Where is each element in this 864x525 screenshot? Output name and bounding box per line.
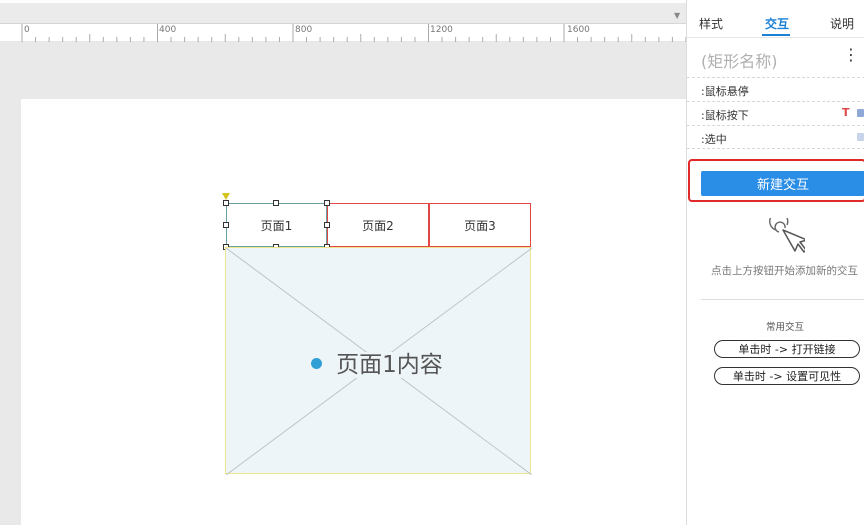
tab-page-1[interactable]: 页面1 [226, 203, 327, 247]
ruler-collapse-arrow-icon[interactable]: ▼ [674, 11, 680, 20]
inspector-panel: 样式 交互 说明 (矩形名称) ⋮ :鼠标悬停 :鼠标按下 T :选中 新建交互… [686, 0, 864, 525]
text-style-icon[interactable]: T [842, 106, 850, 119]
resize-handle-right[interactable] [324, 222, 330, 228]
ruler-scale: 0 400 800 1200 1600 [0, 23, 686, 42]
common-open-link-label: 单击时 -> 打开链接 [738, 343, 836, 356]
horizontal-ruler: ▼ 0 400 800 1200 1600 [0, 3, 686, 42]
ruler-label-400: 400 [159, 25, 177, 35]
event-press-label: :鼠标按下 [701, 109, 749, 122]
new-interaction-button[interactable]: 新建交互 [701, 171, 864, 196]
resize-handle-left[interactable] [223, 222, 229, 228]
event-row-press[interactable]: :鼠标按下 T [687, 101, 864, 125]
content-panel-label: 页面1内容 [226, 345, 532, 379]
hint-text: 点击上方按钮开始添加新的交互 [711, 265, 858, 277]
tab-page-3[interactable]: 页面3 [429, 203, 531, 247]
active-tab-underline [762, 34, 790, 36]
tab-page-3-label: 页面3 [464, 218, 496, 233]
event-row-selected[interactable]: :选中 [687, 125, 864, 149]
tab-page-1-label: 页面1 [260, 218, 293, 233]
ruler-label-1200: 1200 [430, 25, 453, 35]
event-row-hover[interactable]: :鼠标悬停 [687, 77, 864, 101]
section-divider [701, 299, 864, 300]
ruler-label-1600: 1600 [567, 25, 590, 35]
resize-handle-top-left[interactable] [223, 200, 229, 206]
inspector-tabs: 样式 交互 说明 [687, 0, 864, 38]
common-interactions-title: 常用交互 [765, 322, 804, 333]
shape-name-field[interactable]: (矩形名称) [701, 48, 778, 72]
tab-style[interactable]: 样式 [699, 15, 723, 32]
ruler-band [0, 3, 686, 23]
ruler-label-0: 0 [24, 25, 30, 35]
more-options-icon[interactable]: ⋮ [843, 47, 859, 63]
content-dot-icon [311, 358, 323, 369]
anchor-triangle-icon[interactable] [222, 193, 230, 200]
tab-notes[interactable]: 说明 [830, 15, 854, 32]
new-interaction-label: 新建交互 [756, 178, 809, 193]
event-hover-label: :鼠标悬停 [701, 85, 749, 98]
tab-interaction[interactable]: 交互 [765, 15, 789, 32]
click-cursor-icon [769, 218, 805, 253]
fill-style-icon[interactable] [857, 109, 864, 117]
common-set-visible-button[interactable]: 单击时 -> 设置可见性 [714, 367, 860, 385]
tab-page-2-label: 页面2 [362, 218, 394, 233]
tab-page-2[interactable]: 页面2 [327, 203, 429, 247]
content-panel-placeholder[interactable]: 页面1内容 [225, 247, 532, 475]
event-selected-label: :选中 [701, 133, 727, 146]
resize-handle-top-right[interactable] [324, 200, 330, 206]
common-open-link-button[interactable]: 单击时 -> 打开链接 [714, 340, 860, 358]
ruler-label-800: 800 [295, 25, 313, 35]
common-set-visible-label: 单击时 -> 设置可见性 [732, 370, 842, 383]
content-panel-text: 页面1内容 [332, 352, 447, 378]
resize-handle-top[interactable] [273, 200, 279, 206]
swatch-icon[interactable] [857, 133, 864, 141]
